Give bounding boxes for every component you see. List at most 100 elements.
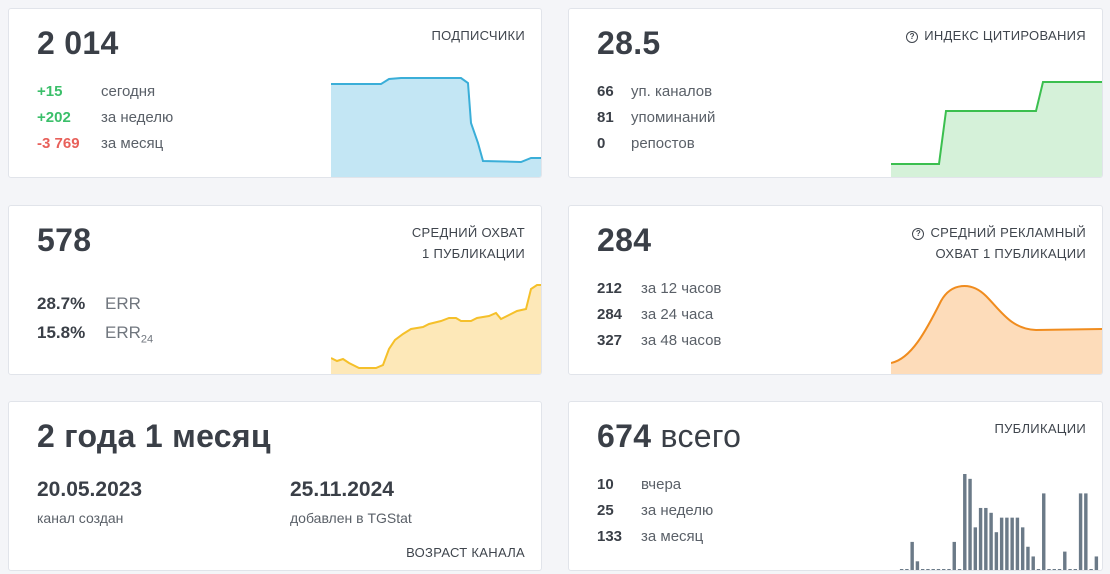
- publications-bar: [978, 507, 983, 570]
- ad-reach-24h-value: 284: [597, 306, 623, 323]
- err-label: ERR: [105, 294, 141, 313]
- citation-mentions-row: 81 упоминаний: [597, 109, 715, 126]
- publications-bar: [936, 569, 941, 570]
- publications-bar: [942, 569, 946, 570]
- average-reach-card[interactable]: 578 СРЕДНИЙ ОХВАТ 1 ПУБЛИКАЦИИ 28.7% ERR 1…: [8, 205, 542, 375]
- publications-bar: [1036, 569, 1041, 570]
- publications-week-value: 25: [597, 502, 614, 519]
- citation-sparkline: [891, 81, 1102, 177]
- citation-mentions-label: упоминаний: [631, 109, 716, 126]
- publications-yesterday-value: 10: [597, 476, 614, 493]
- publications-bar: [957, 569, 962, 570]
- subscribers-card[interactable]: 2 014 ПОДПИСЧИКИ +15 сегодня +202 за недел…: [8, 8, 542, 178]
- subscribers-today-row: +15 сегодня: [37, 83, 155, 100]
- subscribers-week-label: за неделю: [101, 109, 174, 126]
- subscribers-today-label: сегодня: [101, 83, 156, 100]
- subscribers-month-value: -3 769: [37, 135, 80, 152]
- publications-card[interactable]: 674 всего ПУБЛИКАЦИИ 10 вчера 25 за неделю…: [568, 401, 1103, 571]
- err24-row: 15.8% ERR24: [37, 323, 153, 345]
- publications-bar: [899, 569, 904, 570]
- subscribers-count: 2 014: [37, 25, 119, 61]
- publications-bar: [1057, 569, 1062, 570]
- citation-reposts-value: 0: [597, 135, 606, 152]
- ad-reach-48h-value: 327: [597, 332, 623, 349]
- publications-yesterday-row: 10 вчера: [597, 476, 681, 493]
- subscribers-month-row: -3 769 за месяц: [37, 135, 163, 152]
- subscribers-title: ПОДПИСЧИКИ: [431, 28, 525, 43]
- publications-bar: [989, 512, 993, 570]
- average-reach-value: 578: [37, 222, 92, 258]
- subscribers-week-value: +202: [37, 109, 71, 126]
- publications-bar: [1026, 546, 1030, 570]
- publications-bar: [947, 569, 951, 570]
- publications-bar: [994, 532, 999, 570]
- citation-index-value: 28.5: [597, 25, 661, 61]
- subscribers-today-value: +15: [37, 83, 63, 100]
- publications-bar: [1005, 517, 1009, 570]
- publications-bar: [1010, 517, 1014, 570]
- channel-age-value: 2 года 1 месяц: [37, 418, 271, 454]
- citation-channels-label: уп. каналов: [631, 83, 713, 100]
- ad-reach-sparkline-area: [891, 286, 1102, 374]
- citation-channels-value: 66: [597, 83, 614, 100]
- citation-mentions-value: 81: [597, 109, 614, 126]
- ad-reach-48h-label: за 48 часов: [641, 332, 722, 349]
- ad-reach-title: ? СРЕДНИЙ РЕКЛАМНЫЙ ОХВАТ 1 ПУБЛИКАЦИИ: [912, 222, 1086, 264]
- publications-bar: [910, 541, 914, 570]
- ad-reach-sparkline: [891, 285, 1102, 374]
- publications-bar: [1015, 517, 1020, 570]
- citation-index-card[interactable]: 28.5 ? ИНДЕКС ЦИТИРОВАНИЯ 66 уп. каналов 8…: [568, 8, 1103, 178]
- publications-bar: [926, 569, 930, 570]
- subscribers-month-label: за месяц: [101, 135, 164, 152]
- publications-bar: [984, 507, 988, 570]
- publications-bar: [968, 478, 972, 570]
- publications-week-label: за неделю: [641, 502, 714, 519]
- question-circle-icon[interactable]: ?: [906, 31, 919, 43]
- publications-title: ПУБЛИКАЦИИ: [994, 421, 1086, 436]
- publications-bar: [1020, 527, 1025, 570]
- publications-bar-chart: [899, 474, 1099, 570]
- channel-added-label: добавлен в TGStat: [290, 510, 412, 526]
- ad-reach-24h-row: 284 за 24 часа: [597, 306, 713, 323]
- publications-bar: [973, 527, 978, 570]
- subscribers-sparkline-area: [331, 78, 541, 177]
- ad-reach-card[interactable]: 284 ? СРЕДНИЙ РЕКЛАМНЫЙ ОХВАТ 1 ПУБЛИКАЦИИ…: [568, 205, 1103, 375]
- citation-reposts-label: репостов: [631, 135, 695, 152]
- publications-bar: [1084, 493, 1088, 570]
- publications-bar: [931, 569, 935, 570]
- publications-bar: [1094, 556, 1099, 570]
- publications-bar: [1042, 493, 1046, 570]
- publications-bar: [1047, 569, 1051, 570]
- ad-reach-12h-value: 212: [597, 280, 623, 297]
- publications-bar: [963, 474, 967, 570]
- publications-total: 674 всего: [597, 418, 742, 454]
- ad-reach-48h-row: 327 за 48 часов: [597, 332, 721, 349]
- subscribers-sparkline: [331, 77, 541, 177]
- publications-bar: [920, 569, 925, 570]
- channel-age-card[interactable]: 2 года 1 месяц 20.05.2023 канал создан 2…: [8, 401, 542, 571]
- citation-reposts-row: 0 репостов: [597, 135, 695, 152]
- citation-channels-row: 66 уп. каналов: [597, 83, 712, 100]
- question-circle-icon[interactable]: ?: [912, 228, 925, 240]
- ad-reach-value: 284: [597, 222, 652, 258]
- channel-age-title: ВОЗРАСТ КАНАЛА: [406, 545, 525, 560]
- publications-bar: [1031, 556, 1035, 570]
- publications-month-value: 133: [597, 528, 623, 545]
- publications-bar: [1068, 569, 1072, 570]
- err-value: 28.7%: [37, 294, 86, 313]
- publications-bar: [905, 569, 909, 570]
- err24-value: 15.8%: [37, 323, 86, 342]
- ad-reach-24h-label: за 24 часа: [641, 306, 714, 323]
- publications-bar: [1089, 569, 1093, 570]
- publications-bar: [915, 561, 920, 570]
- publications-bar: [1063, 551, 1067, 570]
- publications-yesterday-label: вчера: [641, 476, 682, 493]
- subscribers-week-row: +202 за неделю: [37, 109, 173, 126]
- publications-bar: [1078, 493, 1083, 570]
- publications-bar: [999, 517, 1004, 570]
- average-reach-title: СРЕДНИЙ ОХВАТ 1 ПУБЛИКАЦИИ: [411, 225, 525, 261]
- channel-added-date: 25.11.2024: [290, 478, 394, 501]
- ad-reach-12h-row: 212 за 12 часов: [597, 280, 721, 297]
- channel-created-label: канал создан: [37, 510, 124, 526]
- publications-month-row: 133 за месяц: [597, 528, 703, 545]
